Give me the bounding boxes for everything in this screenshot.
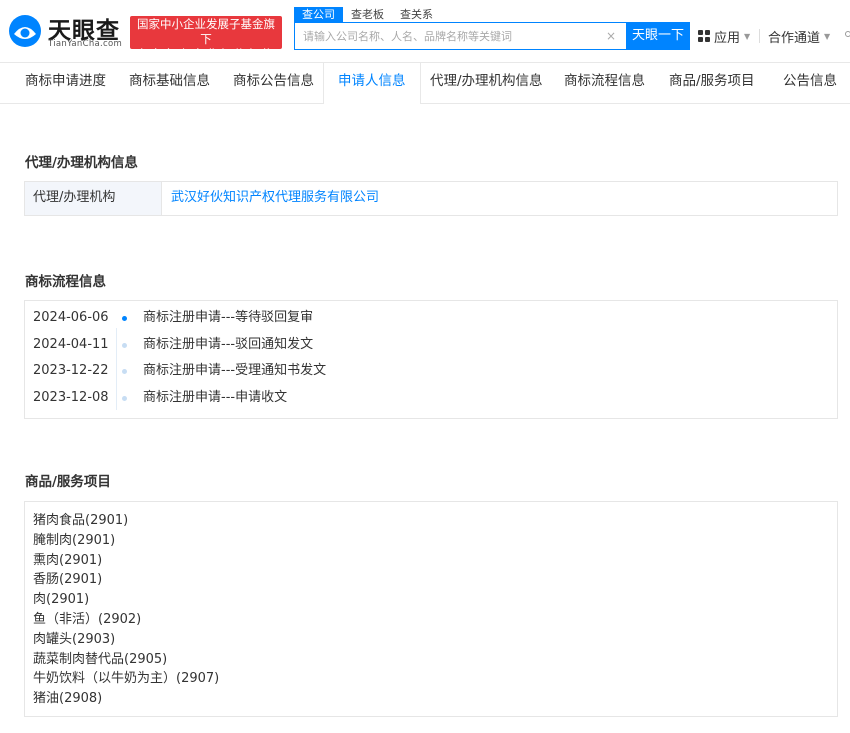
- list-item: 牛奶饮料（以牛奶为主）(2907): [33, 671, 220, 687]
- chevron-down-icon: ▼: [824, 32, 831, 41]
- list-item: 腌制肉(2901): [33, 532, 116, 548]
- tab-agent-info[interactable]: 代理/办理机构信息: [430, 63, 543, 103]
- flow-section-title: 商标流程信息: [25, 274, 106, 290]
- logo-subtext: TianYanCha.com: [48, 39, 123, 49]
- timeline-dot-icon: [122, 396, 127, 401]
- flow-timeline: 2024-06-06 商标注册申请---等待驳回复审 2024-04-11 商标…: [24, 300, 838, 419]
- timeline-date: 2024-06-06: [33, 310, 109, 325]
- search-tab-relation[interactable]: 查关系: [392, 7, 441, 22]
- list-item: 熏肉(2901): [33, 552, 103, 568]
- timeline-text: 商标注册申请---等待驳回复审: [143, 310, 314, 325]
- list-item: 鱼（非活）(2902): [33, 611, 142, 627]
- timeline-row: 2023-12-22 商标注册申请---受理通知书发文: [33, 361, 823, 381]
- tab-notice-info[interactable]: 公告信息: [783, 63, 837, 103]
- certification-banner: 国家中小企业发展子基金旗下 官方备案企业征信机构: [130, 16, 282, 61]
- more-icon[interactable]: [845, 31, 850, 37]
- clear-icon[interactable]: ×: [606, 29, 616, 43]
- apps-grid-icon: [698, 30, 710, 42]
- search-type-tabs: 查公司 查老板 查关系: [294, 7, 441, 22]
- chevron-down-icon: ▼: [744, 31, 751, 41]
- timeline-row: 2023-12-08 商标注册申请---申请收文: [33, 388, 823, 408]
- goods-section-title: 商品/服务项目: [25, 474, 111, 490]
- banner-line-2: 官方备案企业征信机构: [136, 47, 276, 61]
- search-tab-company[interactable]: 查公司: [294, 7, 343, 22]
- list-item: 肉罐头(2903): [33, 631, 116, 647]
- partner-label: 合作通道: [768, 31, 821, 46]
- search-tab-boss[interactable]: 查老板: [343, 7, 392, 22]
- timeline-date: 2023-12-08: [33, 390, 109, 405]
- list-item: 猪肉食品(2901): [33, 513, 129, 528]
- top-header: 天眼查 TianYanCha.com 国家中小企业发展子基金旗下 官方备案企业征…: [0, 0, 850, 62]
- tab-flow-info[interactable]: 商标流程信息: [564, 63, 645, 103]
- tab-goods-services[interactable]: 商品/服务项目: [669, 63, 755, 103]
- partner-menu[interactable]: 合作通道 ▼: [768, 27, 830, 46]
- agent-table: 代理/办理机构 武汉好伙知识产权代理服务有限公司: [24, 181, 838, 216]
- timeline-text: 商标注册申请---驳回通知发文: [143, 337, 314, 352]
- trademark-nav-tabs: 商标申请进度 商标基础信息 商标公告信息 申请人信息 代理/办理机构信息 商标流…: [0, 62, 850, 105]
- banner-line-1: 国家中小企业发展子基金旗下: [137, 17, 275, 46]
- timeline-date: 2024-04-11: [33, 337, 109, 352]
- timeline-text: 商标注册申请---申请收文: [143, 390, 288, 405]
- search-box: ×: [294, 22, 626, 50]
- timeline-row: 2024-04-11 商标注册申请---驳回通知发文: [33, 335, 823, 355]
- search-input[interactable]: [303, 23, 603, 49]
- timeline-row: 2024-06-06 商标注册申请---等待驳回复审: [33, 308, 823, 328]
- tianyancha-logo-icon: [9, 15, 41, 47]
- header-divider: [759, 29, 760, 43]
- timeline-date: 2023-12-22: [33, 363, 109, 378]
- timeline-dot-icon: [122, 343, 127, 348]
- list-item: 香肠(2901): [33, 572, 103, 588]
- timeline-text: 商标注册申请---受理通知书发文: [143, 363, 327, 378]
- tab-application-progress[interactable]: 商标申请进度: [25, 63, 106, 103]
- agent-link[interactable]: 武汉好伙知识产权代理服务有限公司: [171, 182, 379, 215]
- goods-list: 猪肉食品(2901) 腌制肉(2901) 熏肉(2901) 香肠(2901) 肉…: [24, 501, 838, 717]
- logo[interactable]: 天眼查 TianYanCha.com: [8, 10, 126, 52]
- agent-section-title: 代理/办理机构信息: [25, 155, 138, 171]
- tab-basic-info[interactable]: 商标基础信息: [129, 63, 210, 103]
- apps-label: 应用: [714, 30, 741, 46]
- tab-announcement-info[interactable]: 商标公告信息: [233, 63, 314, 103]
- agent-label: 代理/办理机构: [25, 182, 162, 215]
- timeline-dot-icon: [122, 369, 127, 374]
- list-item: 猪油(2908): [33, 691, 103, 707]
- timeline-dot-icon: [122, 316, 127, 321]
- search-button[interactable]: 天眼一下: [626, 22, 690, 50]
- apps-menu[interactable]: 应用 ▼: [698, 27, 751, 46]
- list-item: 肉(2901): [33, 592, 90, 608]
- tab-applicant-info[interactable]: 申请人信息: [323, 63, 421, 105]
- list-item: 蔬菜制肉替代品(2905): [33, 651, 168, 667]
